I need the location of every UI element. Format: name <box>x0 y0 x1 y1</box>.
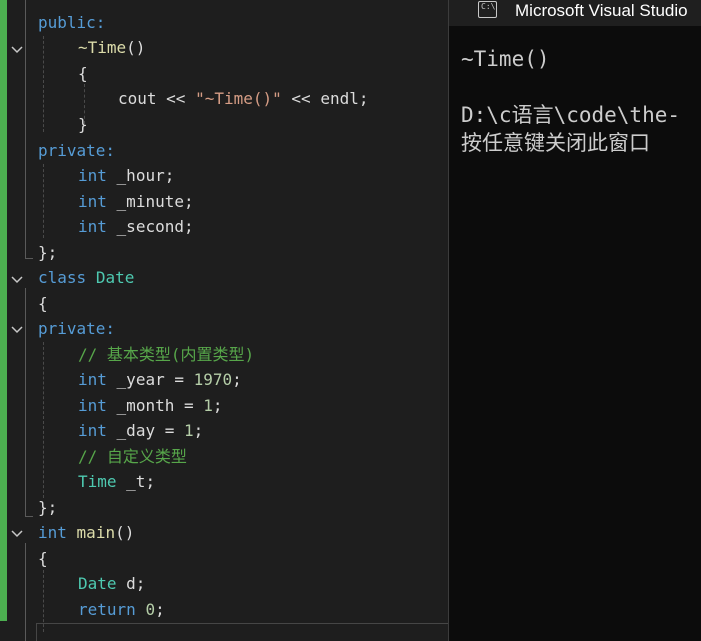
chevron-down-icon[interactable] <box>10 272 24 286</box>
code-line: return 0; <box>78 600 165 619</box>
code-line: private: <box>38 141 116 160</box>
code-line: } <box>78 115 88 134</box>
code-line: int _year = 1970; <box>78 370 242 389</box>
indent-guide <box>43 36 44 132</box>
code-line: }; <box>38 498 58 517</box>
code-line: cout << "~Time()" << endl; <box>118 89 369 108</box>
scope-line <box>25 288 26 516</box>
code-line: ~Time() <box>78 38 146 57</box>
code-line: private: <box>38 319 116 338</box>
change-tracking-bar <box>0 0 7 641</box>
scope-line <box>25 0 26 258</box>
code-line: int _day = 1; <box>78 421 204 440</box>
code-line: int _second; <box>78 217 194 236</box>
chevron-down-icon[interactable] <box>10 526 24 540</box>
debug-console-window[interactable]: C:\ Microsoft Visual Studio ~Time() D:\c… <box>449 0 701 641</box>
code-line: int _month = 1; <box>78 396 223 415</box>
indent-guide <box>43 342 44 498</box>
code-line: }; <box>38 243 58 262</box>
console-titlebar[interactable]: C:\ Microsoft Visual Studio <box>449 0 701 26</box>
code-line: { <box>38 294 48 313</box>
current-line-highlight <box>36 623 448 641</box>
code-line: // 自定义类型 <box>78 447 187 466</box>
chevron-down-icon[interactable] <box>10 42 24 56</box>
window-title: Microsoft Visual Studio <box>515 1 688 20</box>
code-line: { <box>78 64 88 83</box>
console-output-line: 按任意键关闭此窗口 <box>461 131 650 155</box>
code-line: int _minute; <box>78 192 194 211</box>
screen: public: ~Time() { cout << "~Time()" << e… <box>0 0 701 641</box>
console-output-line: D:\c语言\code\the- <box>461 103 681 127</box>
console-output-line: ~Time() <box>461 47 550 71</box>
code-line: // 基本类型(内置类型) <box>78 345 255 364</box>
code-line: { <box>38 549 48 568</box>
chevron-down-icon[interactable] <box>10 322 24 336</box>
console-icon: C:\ <box>478 1 497 18</box>
indent-guide <box>43 164 44 238</box>
code-line: int _hour; <box>78 166 175 185</box>
code-line: Time _t; <box>78 472 156 491</box>
code-line: int main() <box>38 523 135 542</box>
scope-line <box>25 543 26 641</box>
code-line: public: <box>38 13 106 32</box>
code-line: class Date <box>38 268 135 287</box>
code-line: Date d; <box>78 574 146 593</box>
code-editor[interactable]: public: ~Time() { cout << "~Time()" << e… <box>0 0 448 641</box>
